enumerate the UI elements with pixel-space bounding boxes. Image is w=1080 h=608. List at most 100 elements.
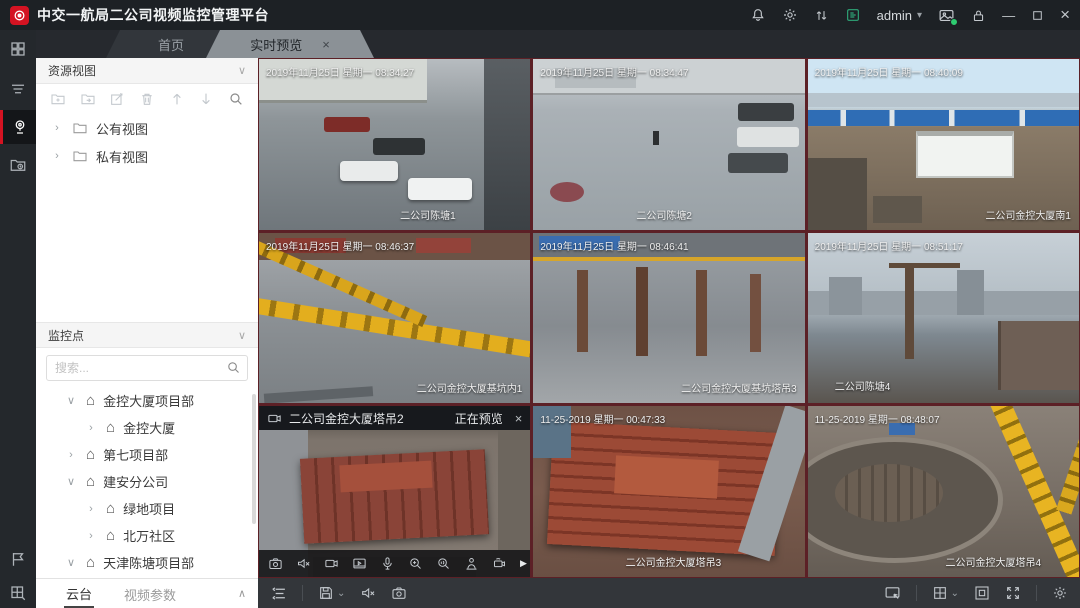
zoom-in-icon[interactable]: [408, 556, 423, 571]
move-down-icon[interactable]: [198, 91, 214, 107]
move-up-icon[interactable]: [169, 91, 185, 107]
tree-scrollbar[interactable]: [252, 394, 256, 524]
user-menu[interactable]: admin ▾: [877, 8, 922, 23]
camera-caption: 二公司陈塘1: [400, 207, 456, 222]
grid-layout-button[interactable]: ⌄: [932, 585, 959, 601]
minimize-button[interactable]: —: [1002, 8, 1015, 23]
screen-select-icon[interactable]: [884, 585, 901, 602]
monitor-points-header[interactable]: 监控点 ∨: [36, 322, 258, 348]
zoom-3d-icon[interactable]: [436, 556, 451, 571]
sort-arrows-icon[interactable]: [814, 8, 829, 23]
resource-view-header[interactable]: 资源视图 ∨: [36, 58, 258, 84]
tree-item-site[interactable]: › ⌂ 金控大厦: [36, 414, 258, 441]
video-cell-5[interactable]: 2019年11月25日 星期一 08:46:41 二公司金控大厦基坑塔吊3: [533, 233, 804, 404]
tree-item-site[interactable]: › ⌂ 第七项目部: [36, 441, 258, 468]
timestamp-overlay: 2019年11月25日 星期一 08:34:47: [540, 64, 688, 79]
resource-toolbar: [36, 84, 258, 114]
chevron-open-icon: ∨: [64, 475, 78, 488]
delete-icon[interactable]: [139, 91, 155, 107]
more-tools-arrow-icon[interactable]: ▶: [520, 558, 527, 569]
close-stream-icon[interactable]: ×: [515, 411, 523, 426]
stream-list-icon[interactable]: [270, 585, 287, 602]
maximize-button[interactable]: [1031, 9, 1044, 22]
video-cell-7-selected[interactable]: 二公司金控大厦塔吊2 正在预览 × ▶: [259, 406, 530, 577]
tab-close-icon[interactable]: ×: [322, 37, 330, 52]
snapshot-icon[interactable]: [268, 556, 283, 571]
tab-ptz[interactable]: 云台: [64, 579, 94, 608]
video-cell-9[interactable]: 11-25-2019 星期一 08:48:07 二公司金控大厦塔吊4: [808, 406, 1079, 577]
mute-all-icon[interactable]: [360, 585, 376, 601]
timestamp-overlay: 2019年11月25日 星期一 08:51:17: [815, 238, 963, 253]
chevron-open-icon: ∨: [64, 394, 78, 407]
ptz-setup-icon[interactable]: [492, 556, 507, 571]
tree-item-private-views[interactable]: › 私有视图: [36, 142, 258, 170]
save-icon: [318, 585, 334, 601]
camera-caption: 二公司金控大厦基坑塔吊3: [681, 380, 797, 395]
add-folder-icon[interactable]: [50, 91, 66, 107]
live-preview-rail-item[interactable]: [0, 110, 36, 144]
video-cell-8[interactable]: 11-25-2019 星期一 00:47:33 二公司金控大厦塔吊3: [533, 406, 804, 577]
stream-media-icon[interactable]: [845, 7, 861, 23]
apps-grid-icon[interactable]: [0, 32, 36, 66]
edit-icon[interactable]: [109, 91, 125, 107]
tab-live-preview[interactable]: 实时预览 ×: [206, 30, 374, 58]
surveillance-app: 中交一航局二公司视频监控管理平台 admin ▾: [0, 0, 1080, 608]
fit-window-icon[interactable]: [974, 585, 990, 601]
video-icon[interactable]: [324, 556, 339, 571]
fullscreen-icon[interactable]: [1005, 585, 1021, 601]
tab-video-params[interactable]: 视频参数: [122, 580, 178, 607]
video-feed: [259, 233, 530, 404]
monitor-search: [46, 355, 248, 381]
video-grid: 2019年11月25日 星期一 08:34:27 二公司陈塘1 2019年11月…: [258, 58, 1080, 578]
timestamp-overlay: 2019年11月25日 星期一 08:34:27: [266, 64, 414, 79]
save-view-button[interactable]: ⌄: [318, 585, 345, 601]
video-cell-1[interactable]: 2019年11月25日 星期一 08:34:27 二公司陈塘1: [259, 59, 530, 230]
toolbar-divider: [916, 585, 917, 601]
tree-item-site[interactable]: ∨ ⌂ 金控大厦项目部: [36, 387, 258, 414]
mute-icon[interactable]: [296, 556, 311, 571]
settings-gear-icon[interactable]: [782, 7, 798, 23]
video-cell-4[interactable]: 2019年11月25日 星期一 08:46:37 二公司金控大厦基坑内1: [259, 233, 530, 404]
chevron-down-icon: ∨: [238, 64, 246, 77]
search-icon[interactable]: [226, 360, 241, 375]
search-input[interactable]: [46, 355, 248, 381]
menu-lines-icon[interactable]: [0, 72, 36, 106]
video-feed: [533, 59, 804, 230]
mic-icon[interactable]: [380, 556, 395, 571]
selected-cell-header: 二公司金控大厦塔吊2 正在预览 ×: [259, 406, 530, 430]
video-cell-2[interactable]: 2019年11月25日 星期一 08:34:47 二公司陈塘2: [533, 59, 804, 230]
tree-item-label: 北万社区: [123, 526, 175, 545]
add-view-icon[interactable]: [80, 91, 96, 107]
chevron-right-icon: ›: [50, 122, 64, 134]
ptz-panel-tabs: 云台 视频参数 ∧: [36, 578, 258, 608]
search-icon[interactable]: [228, 91, 244, 107]
close-button[interactable]: ×: [1060, 5, 1070, 25]
playback-icon[interactable]: [352, 556, 367, 571]
tree-item-site[interactable]: › ⌂ 绿地项目: [36, 495, 258, 522]
camera-caption: 二公司金控大厦南1: [985, 207, 1071, 222]
chevron-right-icon: ›: [50, 150, 64, 162]
username-label: admin: [877, 8, 912, 23]
collapse-chevron-icon[interactable]: ∧: [238, 587, 246, 600]
layout-rail-item[interactable]: [0, 576, 36, 608]
flag-rail-item[interactable]: [0, 542, 36, 576]
tab-home-label: 首页: [158, 35, 184, 54]
bell-icon[interactable]: [750, 7, 766, 23]
video-feed: [808, 406, 1079, 577]
lock-icon[interactable]: [971, 8, 986, 23]
tree-item-public-views[interactable]: › 公有视图: [36, 114, 258, 142]
video-feed: [808, 59, 1079, 230]
video-cell-6[interactable]: 2019年11月25日 星期一 08:51:17 二公司陈塘4: [808, 233, 1079, 404]
settings-gear-icon[interactable]: [1052, 585, 1068, 601]
video-cell-3[interactable]: 2019年11月25日 星期一 08:40:09 二公司金控大厦南1: [808, 59, 1079, 230]
chevron-down-icon: ∨: [238, 329, 246, 342]
tree-item-site[interactable]: ∨ ⌂ 建安分公司: [36, 468, 258, 495]
bottom-toolbar: ⌄ ⌄: [258, 578, 1080, 608]
timestamp-overlay: 2019年11月25日 星期一 08:40:09: [815, 64, 963, 79]
tree-item-site[interactable]: › ⌂ 北万社区: [36, 522, 258, 549]
snapshot-all-icon[interactable]: [391, 585, 407, 601]
tree-item-site[interactable]: ∨ ⌂ 天津陈塘项目部: [36, 549, 258, 576]
snapshot-status-icon[interactable]: [938, 7, 955, 24]
person-track-icon[interactable]: [464, 556, 479, 571]
playback-rail-item[interactable]: [0, 148, 36, 182]
